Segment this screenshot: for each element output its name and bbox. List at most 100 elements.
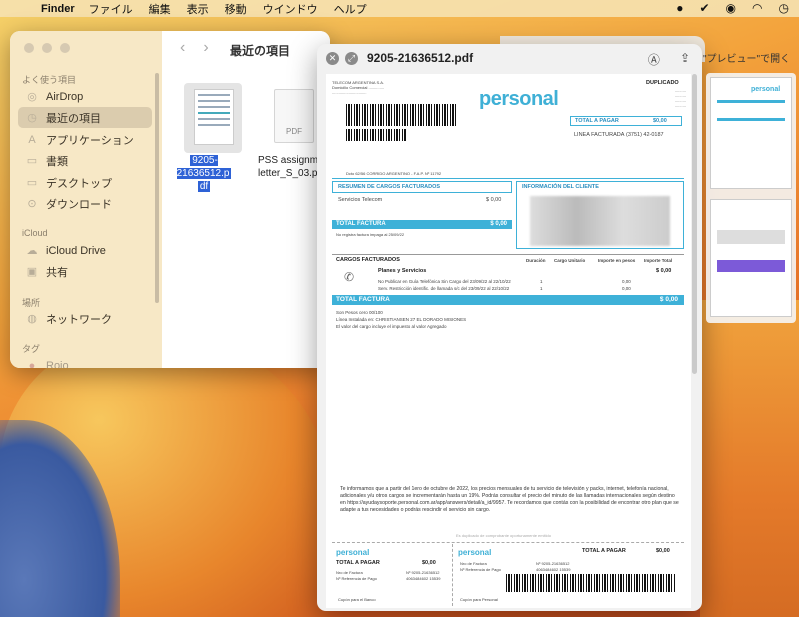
stub-ref-label: Nº Referencia de Pago (336, 576, 377, 581)
sidebar-item-documents[interactable]: ▭ 書類 (18, 150, 152, 171)
stub-ref-value: 4063484602 15539 (406, 576, 441, 581)
airdrop-icon: ◎ (27, 91, 37, 103)
stub2-ref-label: Nº Referencia de Pago (460, 567, 501, 572)
pdf-page: TELECOM ARGENTINA S.A. Domicilio Comercia… (326, 74, 691, 608)
markup-icon[interactable]: Ⓐ (648, 51, 660, 68)
resumen-header: RESUMEN DE CARGOS FACTURADOS (338, 184, 441, 190)
charge-row-2-amount: 0,00 (622, 286, 631, 291)
stub-brand-logo-2: personal (458, 548, 492, 557)
sidebar-item-shared[interactable]: ▣ 共有 (18, 261, 152, 282)
wifi-icon[interactable]: ◠ (752, 1, 762, 15)
charge-row-2: Serv. Restricción identific. de llamada … (378, 286, 510, 291)
duplicado-note: Es duplicado de comprobante oportunament… (456, 533, 551, 538)
file-thumbnail-pdf[interactable]: PDF (274, 89, 314, 143)
sidebar-item-recents[interactable]: ◷ 最近の項目 (18, 107, 152, 128)
sidebar-item-label: Rojo (46, 359, 69, 369)
fullscreen-icon[interactable]: ⤢ (345, 51, 358, 65)
menu-help[interactable]: ヘルプ (334, 1, 367, 17)
back-arrow-icon[interactable]: ‹ (180, 39, 203, 56)
page-thumbnail-1[interactable]: personal (710, 77, 792, 189)
stub-divider-vertical (452, 544, 453, 606)
window-controls (24, 43, 70, 53)
sidebar-item-desktop[interactable]: ▭ デスクトップ (18, 172, 152, 193)
applications-icon: A (28, 133, 36, 146)
quicklook-window: ✕ ⤢ 9205-21636512.pdf Ⓐ ⇪ TELECOM ARGENT… (317, 44, 702, 611)
page-thumbnail-2[interactable] (710, 199, 792, 317)
sidebar-item-tag-rojo[interactable]: ● Rojo (18, 355, 152, 369)
finder-content: ‹› 最近の項目 9205-21636512.p df PDF PSS assi… (162, 31, 330, 368)
blurred-client-info (530, 196, 670, 246)
barcode-payment (506, 574, 676, 592)
note-linea: Línea Instalada en: CHRISTIANSEN 27 EL D… (336, 317, 467, 322)
col-cargo: Cargo Unitario (554, 258, 586, 263)
brand-logo: personal (479, 88, 559, 110)
shared-folder-icon: ▣ (26, 266, 38, 278)
airplay-icon[interactable]: ◉ (726, 1, 736, 15)
file-name-selected[interactable]: 9205-21636512.p df (166, 154, 242, 193)
sidebar-scrollbar[interactable] (155, 73, 159, 303)
nav-arrows: ‹› (180, 39, 227, 57)
checkmark-badge-icon[interactable]: ✔ (699, 1, 709, 15)
barcode-top-small (346, 129, 406, 141)
file-thumbnail-pdf-bill[interactable] (184, 83, 242, 153)
charge-row-1-amount: 0,00 (622, 279, 631, 284)
no-registra-note: No registra factura impaga al 25/09/22 (336, 232, 405, 237)
sidebar-item-airdrop[interactable]: ◎ AirDrop (18, 86, 152, 107)
thumbnail-block (717, 260, 785, 272)
sidebar-item-icloud-drive[interactable]: ☁ iCloud Drive (18, 240, 152, 261)
stub-divider (332, 542, 684, 543)
stub2-total-label: TOTAL A PAGAR (582, 548, 626, 554)
menu-window[interactable]: ウインドウ (263, 1, 318, 17)
download-icon: ⊙ (27, 198, 37, 210)
sidebar-item-label: 最近の項目 (46, 112, 101, 125)
col-duracion: Duración (526, 258, 546, 263)
total-box: TOTAL A PAGAR $0,00 (570, 116, 682, 126)
charge-row-2-duration: 1 (540, 286, 543, 291)
close-window-button[interactable] (24, 43, 34, 53)
thumbnail-logo: personal (751, 86, 781, 93)
cloud-icon: ☁ (26, 245, 38, 257)
sidebar-item-label: 書類 (46, 155, 68, 168)
sidebar-item-label: 共有 (46, 266, 68, 279)
divider (332, 178, 684, 179)
charge-row-1: No Publicar en Guía Telefónica Sin Cargo… (378, 279, 511, 284)
duplicado-label: DUPLICADO (646, 80, 679, 86)
menu-go[interactable]: 移動 (225, 1, 247, 17)
note-pesos: Son Pesos cero 00/100 (336, 310, 383, 315)
quicklook-scrollbar[interactable] (692, 74, 697, 374)
record-icon[interactable]: ● (676, 1, 683, 15)
menu-edit[interactable]: 編集 (149, 1, 171, 17)
client-info-header: INFORMACIÓN DEL CLIENTE (522, 184, 599, 190)
menu-bar: Finder ファイル 編集 表示 移動 ウインドウ ヘルプ ● ✔ ◉ ◠ ◷ (0, 0, 799, 17)
share-icon[interactable]: ⇪ (680, 51, 690, 68)
cargos-header: CARGOS FACTURADOS (336, 257, 400, 263)
price-notice-paragraph: Te informamos que a partir del 1ero de o… (340, 486, 679, 513)
sidebar-item-downloads[interactable]: ⊙ ダウンロード (18, 193, 152, 214)
servicios-label: Servicios Telecom (338, 197, 383, 203)
finder-sidebar: よく使う項目 ◎ AirDrop ◷ 最近の項目 A アプリケーション ▭ 書類… (10, 31, 162, 368)
sidebar-item-applications[interactable]: A アプリケーション (18, 129, 152, 150)
linea-number: (3751) 42-0187 (626, 132, 664, 138)
page-thumbnails: personal (706, 73, 796, 323)
time-machine-icon[interactable]: ◷ (779, 1, 789, 15)
phone-icon: ✆ (344, 270, 355, 284)
menu-file[interactable]: ファイル (89, 1, 133, 17)
sidebar-item-label: ダウンロード (46, 198, 112, 211)
menu-app-name[interactable]: Finder (41, 3, 75, 15)
window-title: 最近の項目 (230, 44, 291, 58)
clock-icon: ◷ (27, 112, 37, 124)
sidebar-header-tags: タグ (22, 344, 41, 354)
cupon-banco: Cupón para el Banco (338, 597, 376, 602)
stub2-ref-value: 4063484602 15539 (536, 567, 571, 572)
zoom-window-button[interactable] (60, 43, 70, 53)
planes-label: Planes y Servicios (378, 268, 427, 274)
close-icon[interactable]: ✕ (326, 51, 339, 65)
sidebar-item-network[interactable]: ◍ ネットワーク (18, 308, 152, 329)
wallpaper-shape (700, 300, 799, 617)
minimize-window-button[interactable] (42, 43, 52, 53)
open-in-preview-button[interactable]: "プレビュー"で開く (703, 50, 790, 65)
stub-brand-logo: personal (336, 548, 370, 557)
red-tag-icon: ● (28, 359, 36, 369)
menu-view[interactable]: 表示 (187, 1, 209, 17)
forward-arrow-icon[interactable]: › (203, 39, 226, 56)
